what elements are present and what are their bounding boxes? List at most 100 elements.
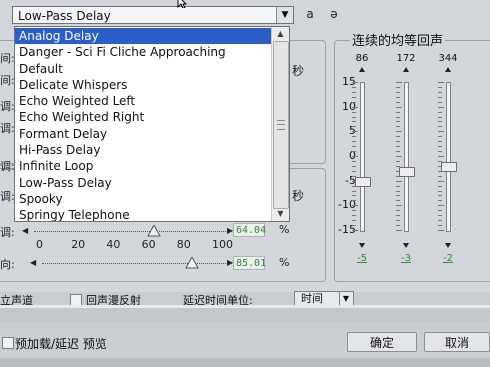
eq-slider-knob[interactable] [441,161,457,172]
preset-combo-box[interactable]: Low-Pass Delay ▼ [12,6,294,24]
eq-decrease-arrow-icon[interactable] [359,243,365,248]
eq-tick-mark [396,220,400,222]
eq-tick-mark [396,215,400,217]
divider-band [0,308,490,322]
eq-value-label[interactable]: -2 [435,253,461,264]
preset-dropdown-list[interactable]: Analog Delay Danger - Sci Fi Cliche Appro… [14,26,290,222]
eq-tick-mark [396,160,400,162]
eq-tick-mark [352,86,356,88]
eq-tick-mark [352,116,356,118]
scroll-up-arrow-icon[interactable]: ▲ [272,27,289,41]
eq-slider-track[interactable] [360,82,365,232]
eq-tick-mark [396,151,400,153]
preset-option[interactable]: Hi-Pass Delay [15,142,271,158]
chevron-down-icon[interactable]: ▼ [276,7,293,23]
eq-slider-knob[interactable] [355,176,371,187]
eq-tick-mark [396,185,400,187]
edge-label-4: 调: [0,122,15,135]
ruler-tick-label: 80 [176,238,191,251]
slider2-unit: % [279,256,290,269]
eq-tick-mark [438,121,442,123]
preload-preview-checkbox[interactable] [2,337,14,349]
preset-option[interactable]: Formant Delay [15,126,271,142]
preset-option[interactable]: Analog Delay [15,28,271,45]
preset-option[interactable]: Springy Telephone [15,207,271,221]
save-preset-icon[interactable]: a [303,7,317,22]
eq-slider-track[interactable] [404,82,409,232]
preset-option[interactable]: Delicate Whispers [15,77,271,93]
eq-tick-mark [352,126,356,128]
echo-equalizer-title: 连续的均等回声 [350,30,446,49]
ok-button[interactable]: 确定 [347,332,417,352]
eq-tick-mark [352,195,356,197]
eq-tick-mark [396,225,400,227]
eq-tick-mark [396,82,402,83]
eq-value-label[interactable]: -3 [393,253,419,264]
slider2-value-field[interactable]: 85.01 [233,256,266,270]
eq-decrease-arrow-icon[interactable] [403,243,409,248]
left-delay-unit: 秒 [292,64,305,78]
eq-increase-arrow-icon[interactable] [359,67,365,72]
eq-tick-mark [396,190,400,192]
preset-option[interactable]: Echo Weighted Left [15,93,271,109]
ruler-tick-label: 60 [141,238,156,251]
eq-increase-arrow-icon[interactable] [445,67,451,72]
preset-option[interactable]: Spooky [15,191,271,207]
slider1-left-arrow[interactable]: ◀ [22,226,28,235]
preload-preview-label: 预加载/延迟 预览 [15,337,107,351]
eq-slider-knob[interactable] [399,166,415,177]
eq-tick-mark [352,160,356,162]
eq-tick-mark [396,205,402,207]
scrollbar-thumb[interactable] [273,41,289,209]
eq-slider-track[interactable] [446,82,451,232]
eq-tick-mark [352,111,356,113]
eq-tick-mark [438,96,442,98]
eq-decrease-arrow-icon[interactable] [445,243,451,248]
eq-tick-mark [438,116,442,118]
eq-tick-mark [352,156,358,157]
edge-label-3: 调: [0,100,15,113]
ruler-tick-label: 0 [36,238,43,251]
preset-option[interactable]: Danger - Sci Fi Cliche Approaching [15,44,271,60]
delete-preset-icon[interactable]: ǝ [327,7,341,22]
eq-tick-mark [352,215,356,217]
chevron-down-icon[interactable]: ▼ [339,292,352,305]
eq-tick-mark [438,210,442,212]
eq-tick-mark [438,230,444,231]
eq-tick-mark [352,136,356,138]
eq-tick-mark [438,195,442,197]
eq-tick-mark [438,185,442,187]
eq-tick-mark [396,121,400,123]
cancel-button[interactable]: 取消 [424,332,490,352]
eq-tick-mark [438,86,442,88]
eq-tick-mark [396,230,402,231]
scroll-down-arrow-icon[interactable]: ▼ [272,207,289,221]
preset-option[interactable]: Infinite Loop [15,158,271,174]
eq-tick-mark [438,136,442,138]
eq-tick-mark [352,200,356,202]
preset-option[interactable]: Echo Weighted Right [15,109,271,125]
eq-tick-mark [438,126,442,128]
delay-unit-select[interactable]: 时间 ▼ [294,291,354,306]
slider2-thumb[interactable] [184,254,199,273]
eq-tick-mark [352,230,358,231]
eq-tick-mark [438,131,444,133]
eq-tick-mark [396,195,400,197]
eq-value-label[interactable]: -5 [349,253,375,264]
preset-option[interactable]: Low-Pass Delay [15,175,271,191]
preset-list-scrollbar[interactable]: ▲ ▼ [271,27,289,221]
eq-tick-mark [396,210,400,212]
eq-tick-mark [396,200,400,202]
slider1-track[interactable] [34,231,226,232]
eq-tick-mark [438,205,444,207]
slider2-left-arrow[interactable]: ◀ [30,258,36,267]
eq-tick-mark [352,165,356,167]
eq-tick-mark [396,101,400,103]
equalizer-area: 15 10 5 0 -5 -10 -15 86 -5 172 -3 344 -2 [334,50,490,275]
eq-increase-arrow-icon[interactable] [403,67,409,72]
right-delay-unit: 秒 [292,189,305,203]
ruler-tick-label: 40 [106,238,121,251]
preset-combo-value: Low-Pass Delay [18,9,111,23]
preset-option[interactable]: Default [15,61,271,77]
slider1-value-field[interactable]: 64.04 [233,223,266,237]
